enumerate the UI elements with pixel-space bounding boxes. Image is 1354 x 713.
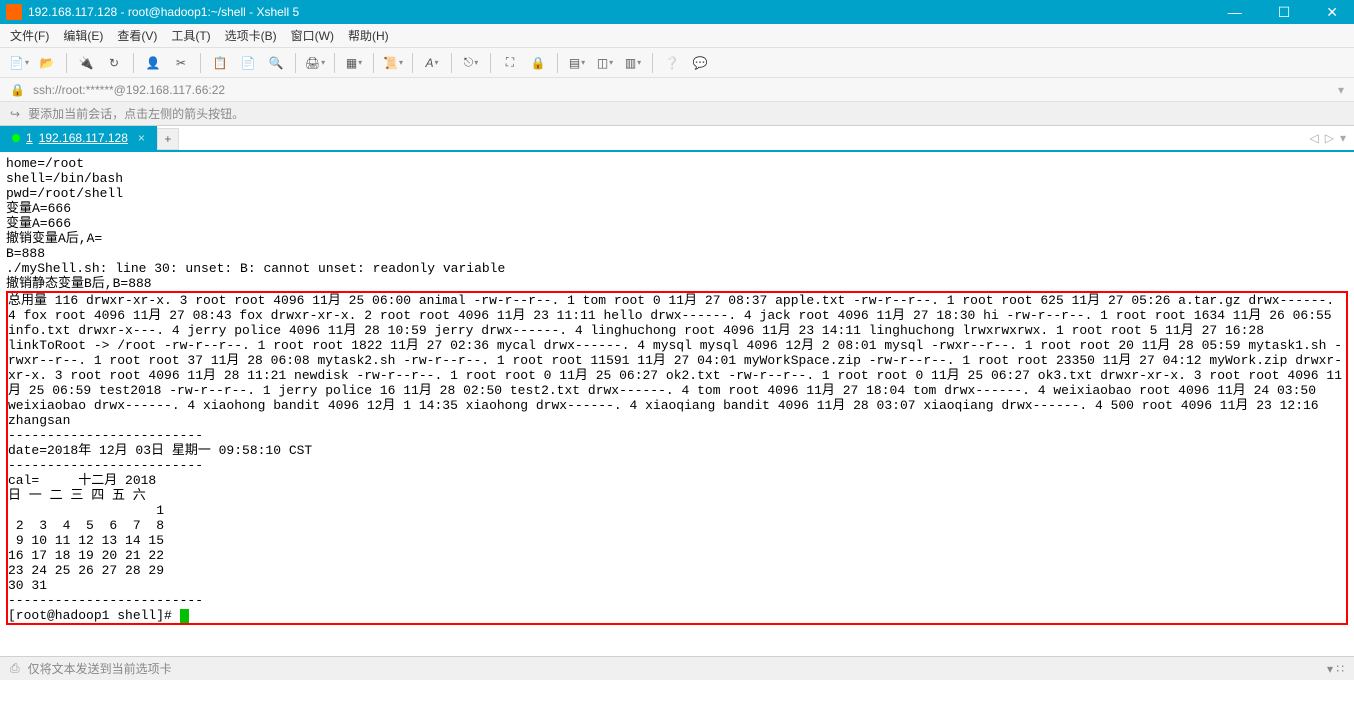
terminal-pre: home=/root shell=/bin/bash pwd=/root/she… <box>6 156 505 291</box>
status-dropdown-icon[interactable]: ▾ ∷ <box>1327 662 1344 676</box>
layout-icon[interactable]: ▦ <box>343 52 365 74</box>
maximize-button[interactable]: ☐ <box>1268 4 1301 21</box>
tabstrip: 1 192.168.117.128 × + ◁ ▷ ▾ <box>0 126 1354 152</box>
status-right: ▾ ∷ <box>1327 662 1344 676</box>
new-file-icon[interactable]: 📄 <box>8 52 30 74</box>
copy-icon[interactable]: 📋 <box>209 52 231 74</box>
open-folder-icon[interactable]: 📂 <box>36 52 58 74</box>
menu-tools[interactable]: 工具(T) <box>171 27 210 44</box>
tab-close-icon[interactable]: × <box>138 131 145 145</box>
tab-scroll-left-icon[interactable]: ◁ <box>1310 131 1319 145</box>
arrow-tip-icon[interactable]: ↪ <box>10 107 20 121</box>
profile-icon[interactable]: 👤 <box>142 52 164 74</box>
terminal-prompt: [root@hadoop1 shell]# <box>8 608 180 623</box>
chat-icon[interactable]: 💬 <box>689 52 711 74</box>
url-display[interactable]: ssh://root:******@192.168.117.66:22 <box>33 83 225 97</box>
menu-window[interactable]: 窗口(W) <box>291 27 334 44</box>
window-controls: — ☐ ✕ <box>1218 4 1348 21</box>
infobar-tip: 要添加当前会话，点击左侧的箭头按钮。 <box>28 105 244 122</box>
menu-tabs[interactable]: 选项卡(B) <box>225 27 277 44</box>
window-icon[interactable]: ◫ <box>594 52 616 74</box>
statusbar: ⎙ 仅将文本发送到当前选项卡 ▾ ∷ <box>0 656 1354 680</box>
help-icon[interactable]: ❔ <box>661 52 683 74</box>
font-icon[interactable]: A <box>421 52 443 74</box>
terminal[interactable]: home=/root shell=/bin/bash pwd=/root/she… <box>0 152 1354 656</box>
tab-add-button[interactable]: + <box>157 128 179 150</box>
ssh-lock-icon: 🔒 <box>10 83 25 97</box>
tab-list-icon[interactable]: ▾ <box>1340 131 1346 145</box>
tab-status-icon <box>12 134 20 142</box>
highlighted-output: 总用量 116 drwxr-xr-x. 3 root root 4096 11月… <box>6 291 1348 625</box>
status-text: 仅将文本发送到当前选项卡 <box>28 660 172 677</box>
cursor <box>180 609 189 623</box>
close-button[interactable]: ✕ <box>1316 4 1348 21</box>
titlebar: 192.168.117.128 - root@hadoop1:~/shell -… <box>0 0 1354 24</box>
infobar: ↪ 要添加当前会话，点击左侧的箭头按钮。 <box>0 102 1354 126</box>
cut-icon[interactable]: ✂ <box>170 52 192 74</box>
addressbar-dropdown-icon[interactable]: ▾ <box>1338 83 1344 97</box>
toolbar: 📄 📂 🔌 ↻ 👤 ✂ 📋 📄 🔍 🖨 ▦ 📜 A ⎋ ⛶ 🔒 ▤ ◫ ▥ ❔ … <box>0 48 1354 78</box>
script-icon[interactable]: 📜 <box>382 52 404 74</box>
paste-icon[interactable]: 📄 <box>237 52 259 74</box>
terminal-red: 总用量 116 drwxr-xr-x. 3 root root 4096 11月… <box>8 293 1342 608</box>
fullscreen-icon[interactable]: ⛶ <box>499 52 521 74</box>
menu-help[interactable]: 帮助(H) <box>348 27 389 44</box>
print-icon[interactable]: 🖨 <box>304 52 326 74</box>
tab-session[interactable]: 1 192.168.117.128 × <box>0 126 157 150</box>
tab-label: 192.168.117.128 <box>39 131 128 145</box>
menu-file[interactable]: 文件(F) <box>10 27 49 44</box>
window-title: 192.168.117.128 - root@hadoop1:~/shell -… <box>28 5 299 19</box>
menubar: 文件(F) 编辑(E) 查看(V) 工具(T) 选项卡(B) 窗口(W) 帮助(… <box>0 24 1354 48</box>
cascade-icon[interactable]: ▥ <box>622 52 644 74</box>
status-send-icon[interactable]: ⎙ <box>10 661 20 676</box>
reconnect-icon[interactable]: ↻ <box>103 52 125 74</box>
tab-prefix: 1 <box>26 131 33 145</box>
tab-scroll-right-icon[interactable]: ▷ <box>1325 131 1334 145</box>
addressbar: 🔒 ssh://root:******@192.168.117.66:22 ▾ <box>0 78 1354 102</box>
app-icon <box>6 4 22 20</box>
connect-icon[interactable]: 🔌 <box>75 52 97 74</box>
lock-icon[interactable]: 🔒 <box>527 52 549 74</box>
menu-edit[interactable]: 编辑(E) <box>63 27 103 44</box>
search-icon[interactable]: 🔍 <box>265 52 287 74</box>
tile-icon[interactable]: ▤ <box>566 52 588 74</box>
minimize-button[interactable]: — <box>1218 4 1252 21</box>
menu-view[interactable]: 查看(V) <box>117 27 157 44</box>
encoding-icon[interactable]: ⎋ <box>460 52 482 74</box>
